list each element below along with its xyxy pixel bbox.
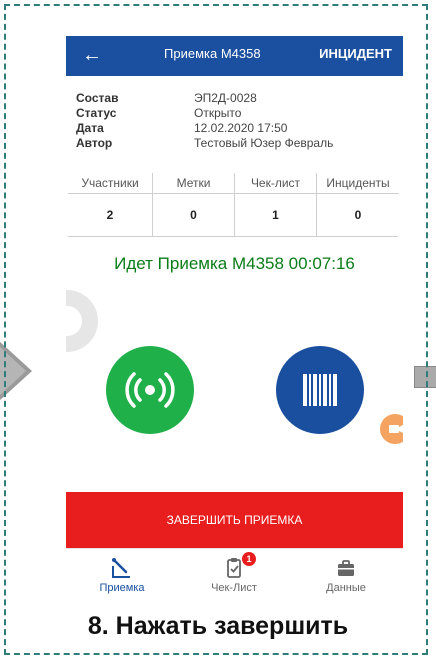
barcode-scan-button[interactable] — [276, 346, 364, 434]
nav-item-data[interactable]: Данные — [290, 549, 402, 602]
info-label: Дата — [76, 121, 104, 135]
stat-value: 0 — [190, 208, 197, 222]
stat-value: 2 — [106, 208, 114, 222]
info-row-date: Дата 12.02.2020 17:50 — [76, 121, 333, 136]
stat-tags[interactable]: Метки 0 — [152, 173, 234, 236]
stat-header: Инциденты — [317, 173, 399, 194]
stat-header: Метки — [153, 173, 234, 194]
info-value: Тестовый Юзер Февраль — [194, 136, 334, 150]
briefcase-icon — [338, 560, 354, 576]
stats-table: Участники 2 Метки 0 Чек-лист 1 Инциденты… — [68, 173, 399, 237]
info-value: Открыто — [194, 106, 242, 120]
stat-checklist[interactable]: Чек-лист 1 — [234, 173, 316, 236]
acceptance-icon — [112, 558, 130, 578]
info-label: Автор — [76, 136, 113, 150]
stat-incidents[interactable]: Инциденты 0 — [316, 173, 399, 236]
back-arrow-icon[interactable]: ← — [82, 44, 102, 66]
barcode-icon — [303, 374, 337, 406]
step-caption: 8. Нажать завершить — [87, 612, 349, 640]
info-label: Статус — [76, 106, 117, 120]
nav-label: Приемка — [99, 582, 145, 594]
stat-value: 1 — [272, 208, 279, 222]
info-label: Состав — [76, 91, 119, 105]
checklist-badge: 1 — [242, 552, 256, 566]
info-row-status: Статус Открыто — [76, 106, 333, 121]
nav-item-checklist[interactable]: 1 Чек-Лист — [178, 549, 290, 602]
stat-participants[interactable]: Участники 2 — [68, 173, 152, 236]
nav-label: Данные — [326, 582, 366, 594]
info-value: 12.02.2020 17:50 — [194, 121, 288, 135]
page-title: Приемка М4358 — [164, 46, 261, 61]
nav-label: Чек-Лист — [211, 582, 257, 594]
stat-header: Участники — [68, 173, 152, 194]
nav-item-acceptance[interactable]: Приемка — [66, 549, 178, 602]
session-status: Идет Приемка М4358 00:07:16 — [114, 254, 355, 273]
video-camera-icon[interactable] — [380, 414, 403, 444]
stat-header: Чек-лист — [235, 173, 316, 194]
finish-acceptance-button[interactable]: ЗАВЕРШИТЬ ПРИЕМКА — [66, 492, 403, 548]
nfc-scan-button[interactable] — [106, 346, 194, 434]
app-bar: ← Приемка М4358 ИНЦИДЕНТ — [66, 36, 403, 76]
nfc-icon — [125, 372, 175, 408]
phone-screen: ← Приемка М4358 ИНЦИДЕНТ Состав ЭП2Д-0028… — [66, 36, 403, 602]
info-row-author: Автор Тестовый Юзер Февраль — [76, 136, 333, 151]
info-row-composition: Состав ЭП2Д-0028 — [76, 91, 333, 106]
bottom-navigation: Приемка 1 Чек-Лист Данные — [66, 548, 403, 602]
info-block: Состав ЭП2Д-0028 Статус Открыто Дата 12.02.… — [76, 91, 333, 151]
info-value: ЭП2Д-0028 — [194, 91, 257, 105]
incident-button[interactable]: ИНЦИДЕНТ — [319, 46, 392, 61]
stat-value: 0 — [354, 208, 362, 222]
